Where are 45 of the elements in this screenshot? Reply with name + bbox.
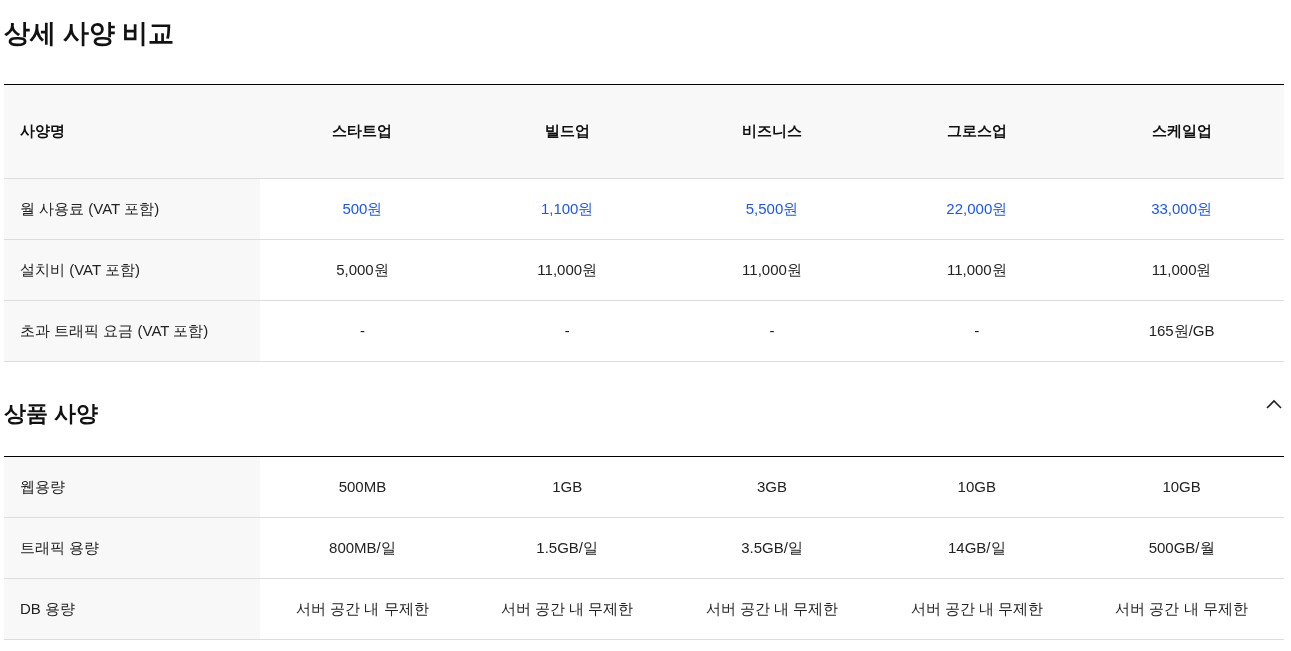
table-cell-text: 11,000원 bbox=[1150, 259, 1213, 280]
column-header: 스케일업 bbox=[1150, 121, 1213, 142]
table-cell-text: 22,000원 bbox=[945, 198, 1009, 219]
table-cell-text: 800MB/일 bbox=[328, 537, 397, 558]
column-header: 그로스업 bbox=[945, 121, 1008, 142]
table-cell-text: 1,100원 bbox=[539, 198, 595, 219]
table-cell-text: 서버 공간 내 무제한 bbox=[499, 598, 635, 619]
table-cell-text: 서버 공간 내 무제한 bbox=[909, 598, 1045, 619]
table-cell-text: 500GB/월 bbox=[1147, 537, 1216, 558]
column-header: 스타트업 bbox=[331, 121, 394, 142]
chevron-up-icon bbox=[1266, 399, 1282, 409]
column-header: 빌드업 bbox=[543, 121, 591, 142]
table-cell-text: 33,000원 bbox=[1150, 198, 1214, 219]
table-cell-text: 11,000원 bbox=[741, 259, 803, 280]
table-cell-text: 1.5GB/일 bbox=[535, 537, 600, 558]
table-cell-text: 14GB/일 bbox=[947, 537, 1007, 558]
table-cell-text: 5,000원 bbox=[335, 259, 390, 280]
table-cell-text: 10GB bbox=[956, 476, 997, 497]
row-label: DB 용량 bbox=[4, 579, 260, 639]
table-cell-text: 1GB bbox=[551, 476, 584, 497]
table-cell-text: 3GB bbox=[756, 476, 788, 497]
table-cell-text: 165원/GB bbox=[1147, 320, 1216, 341]
section-title: 상품 사양 bbox=[4, 399, 99, 428]
table-cell-text: 11,000원 bbox=[945, 259, 1008, 280]
row-label: 트래픽 용량 bbox=[4, 518, 260, 578]
table-cell-text: 10GB bbox=[1161, 476, 1202, 497]
table-cell-text: - bbox=[768, 320, 776, 341]
table-cell-text: 3.5GB/일 bbox=[740, 537, 804, 558]
row-label: 초과 트래픽 요금 (VAT 포함) bbox=[4, 301, 260, 361]
table-cell-text: 서버 공간 내 무제한 bbox=[295, 598, 430, 619]
row-label: 설치비 (VAT 포함) bbox=[4, 240, 260, 300]
table-cell-text: 서버 공간 내 무제한 bbox=[704, 598, 840, 619]
table-cell-text: - bbox=[563, 320, 571, 341]
table-cell-text: 500원 bbox=[341, 198, 384, 219]
row-label: 웹용량 bbox=[4, 457, 260, 517]
page-title: 상세 사양 비교 bbox=[4, 17, 175, 50]
row-label: 월 사용료 (VAT 포함) bbox=[4, 179, 260, 239]
column-header: 사양명 bbox=[19, 121, 66, 142]
column-header: 비즈니스 bbox=[741, 121, 803, 142]
table-cell-text: 11,000원 bbox=[536, 259, 599, 280]
table-cell-text: 서버 공간 내 무제한 bbox=[1114, 598, 1249, 619]
table-cell-text: 5,500원 bbox=[744, 198, 800, 219]
table-cell-text: - bbox=[358, 320, 366, 341]
table-cell-text: 500MB bbox=[337, 476, 388, 497]
table-cell-text: - bbox=[973, 320, 981, 341]
